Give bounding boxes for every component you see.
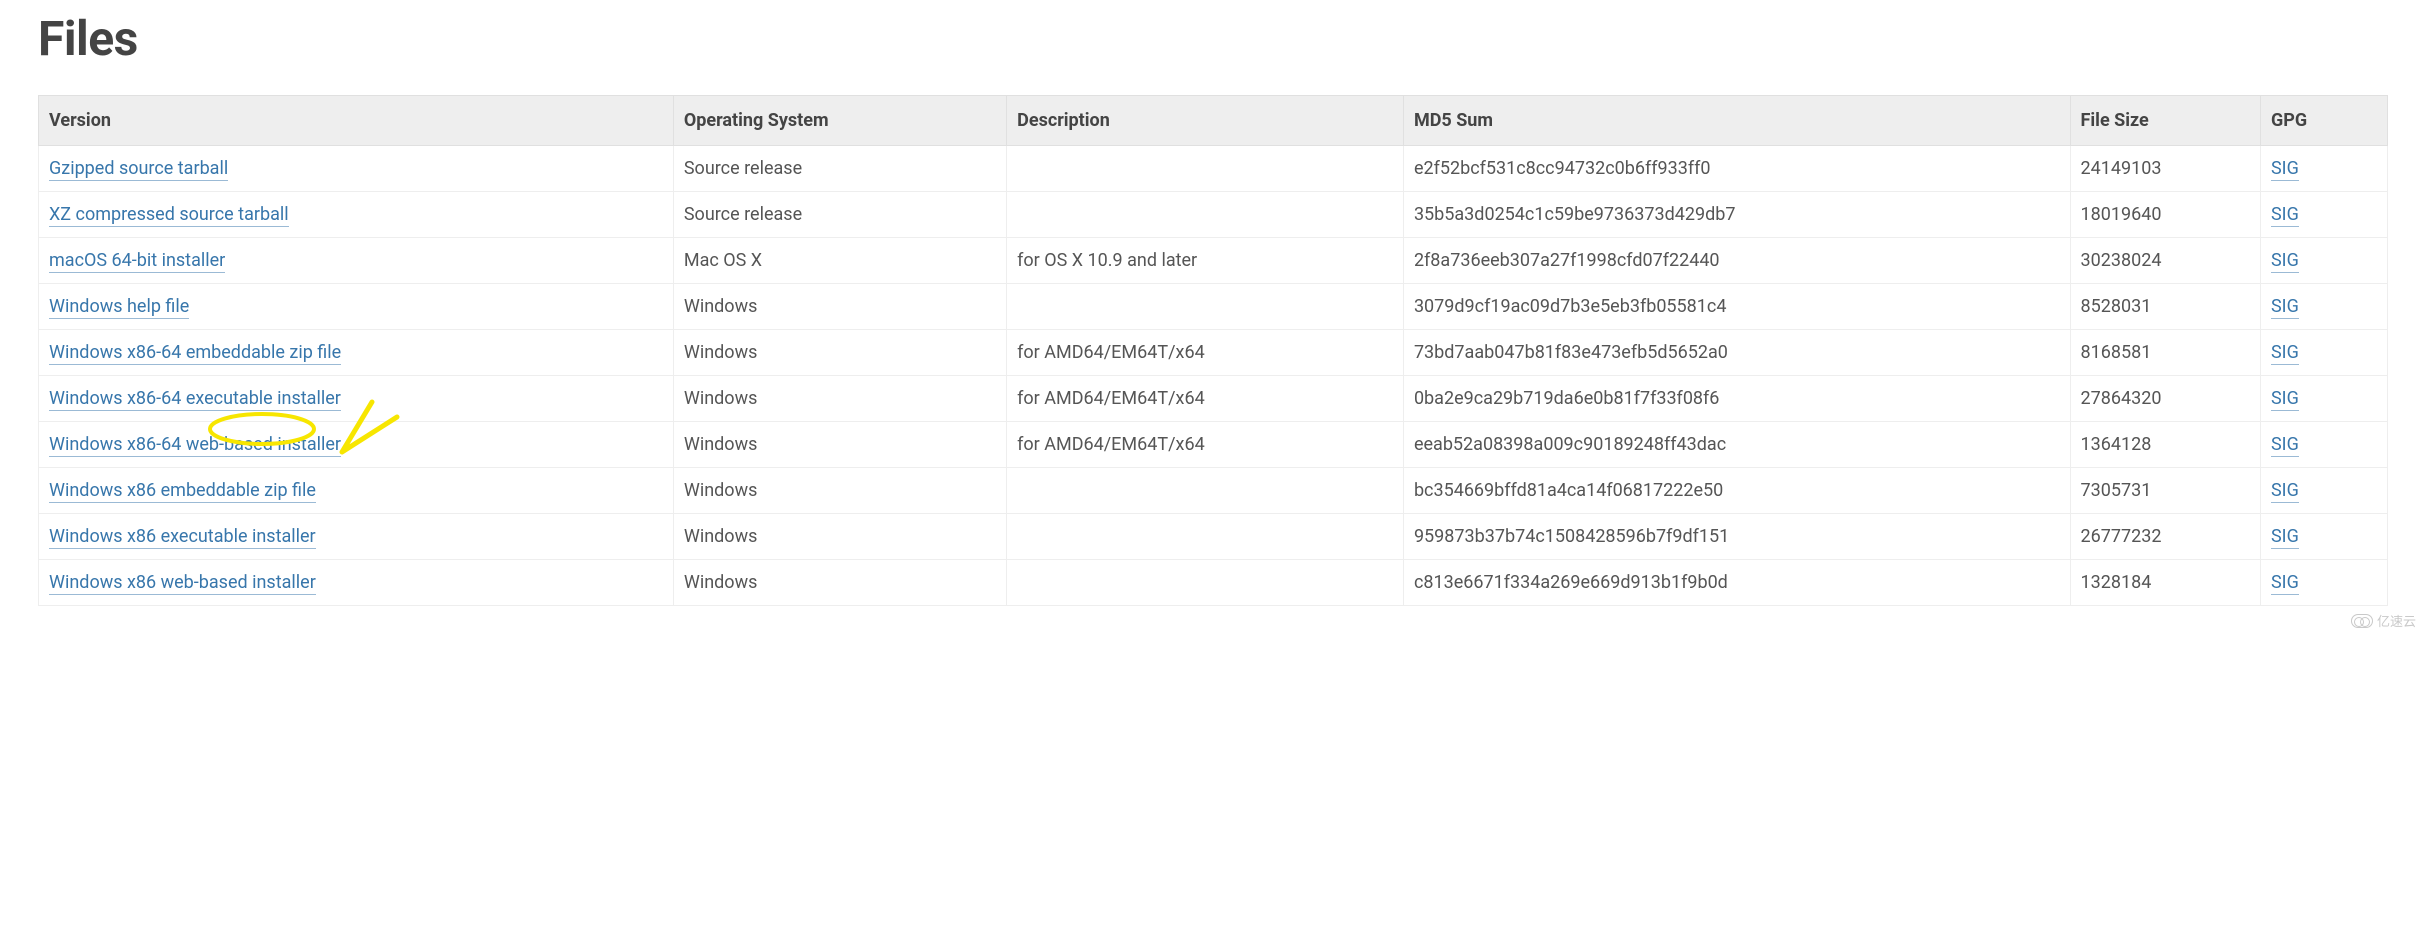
size-cell: 1364128 [2070, 422, 2260, 468]
desc-cell [1007, 468, 1404, 514]
version-link[interactable]: Windows x86-64 web-based installer [49, 434, 341, 457]
sig-link[interactable]: SIG [2271, 250, 2299, 273]
sig-link[interactable]: SIG [2271, 480, 2299, 503]
desc-cell: for AMD64/EM64T/x64 [1007, 422, 1404, 468]
table-row: Windows x86-64 embeddable zip file Window… [39, 330, 2388, 376]
col-size: File Size [2070, 96, 2260, 146]
desc-cell: for AMD64/EM64T/x64 [1007, 330, 1404, 376]
size-cell: 26777232 [2070, 514, 2260, 560]
table-row: macOS 64-bit installer Mac OS Xfor OS X 1… [39, 238, 2388, 284]
version-link[interactable]: Windows help file [49, 296, 189, 319]
size-cell: 1328184 [2070, 560, 2260, 606]
table-row: Windows help file Windows 3079d9cf19ac09d7… [39, 284, 2388, 330]
col-md5: MD5 Sum [1403, 96, 2070, 146]
sig-link[interactable]: SIG [2271, 434, 2299, 457]
desc-cell [1007, 146, 1404, 192]
watermark-icon [2351, 614, 2373, 628]
size-cell: 8168581 [2070, 330, 2260, 376]
sig-link[interactable]: SIG [2271, 388, 2299, 411]
size-cell: 24149103 [2070, 146, 2260, 192]
md5-cell: 0ba2e9ca29b719da6e0b81f7f33f08f6 [1403, 376, 2070, 422]
table-row: Windows x86 web-based installer Windows c8… [39, 560, 2388, 606]
version-link[interactable]: Windows x86 embeddable zip file [49, 480, 316, 503]
os-cell: Windows [673, 376, 1006, 422]
col-desc: Description [1007, 96, 1404, 146]
md5-cell: 35b5a3d0254c1c59be9736373d429db7 [1403, 192, 2070, 238]
md5-cell: eeab52a08398a009c90189248ff43dac [1403, 422, 2070, 468]
os-cell: Source release [673, 146, 1006, 192]
watermark: 亿速云 [2351, 611, 2416, 630]
md5-cell: 959873b37b74c1508428596b7f9df151 [1403, 514, 2070, 560]
table-row: Windows x86 embeddable zip file Windows bc… [39, 468, 2388, 514]
os-cell: Windows [673, 560, 1006, 606]
size-cell: 8528031 [2070, 284, 2260, 330]
desc-cell: for AMD64/EM64T/x64 [1007, 376, 1404, 422]
os-cell: Windows [673, 422, 1006, 468]
version-link[interactable]: Windows x86-64 executable installer [49, 388, 341, 411]
size-cell: 7305731 [2070, 468, 2260, 514]
size-cell: 30238024 [2070, 238, 2260, 284]
sig-link[interactable]: SIG [2271, 572, 2299, 595]
size-cell: 27864320 [2070, 376, 2260, 422]
desc-cell [1007, 514, 1404, 560]
desc-cell [1007, 192, 1404, 238]
version-link[interactable]: Windows x86 executable installer [49, 526, 316, 549]
sig-link[interactable]: SIG [2271, 204, 2299, 227]
md5-cell: e2f52bcf531c8cc94732c0b6ff933ff0 [1403, 146, 2070, 192]
os-cell: Windows [673, 468, 1006, 514]
table-row: Windows x86-64 executable installer Windo… [39, 376, 2388, 422]
watermark-text: 亿速云 [2377, 611, 2416, 630]
os-cell: Windows [673, 514, 1006, 560]
md5-cell: 3079d9cf19ac09d7b3e5eb3fb05581c4 [1403, 284, 2070, 330]
desc-cell [1007, 284, 1404, 330]
desc-cell [1007, 560, 1404, 606]
table-row: Gzipped source tarball Source release e2f5… [39, 146, 2388, 192]
version-link[interactable]: Gzipped source tarball [49, 158, 228, 181]
table-row: Windows x86-64 web-based installer Window… [39, 422, 2388, 468]
table-header-row: Version Operating System Description MD5… [39, 96, 2388, 146]
col-os: Operating System [673, 96, 1006, 146]
md5-cell: 73bd7aab047b81f83e473efb5d5652a0 [1403, 330, 2070, 376]
size-cell: 18019640 [2070, 192, 2260, 238]
version-link[interactable]: Windows x86-64 embeddable zip file [49, 342, 341, 365]
md5-cell: 2f8a736eeb307a27f1998cfd07f22440 [1403, 238, 2070, 284]
os-cell: Mac OS X [673, 238, 1006, 284]
files-table: Version Operating System Description MD5… [38, 95, 2388, 606]
os-cell: Windows [673, 330, 1006, 376]
os-cell: Source release [673, 192, 1006, 238]
md5-cell: bc354669bffd81a4ca14f06817222e50 [1403, 468, 2070, 514]
sig-link[interactable]: SIG [2271, 158, 2299, 181]
version-link[interactable]: XZ compressed source tarball [49, 204, 289, 227]
md5-cell: c813e6671f334a269e669d913b1f9b0d [1403, 560, 2070, 606]
desc-cell: for OS X 10.9 and later [1007, 238, 1404, 284]
version-link[interactable]: macOS 64-bit installer [49, 250, 225, 273]
page-title: Files [38, 10, 2388, 67]
table-row: Windows x86 executable installer Windows 9… [39, 514, 2388, 560]
os-cell: Windows [673, 284, 1006, 330]
table-row: XZ compressed source tarball Source relea… [39, 192, 2388, 238]
sig-link[interactable]: SIG [2271, 296, 2299, 319]
col-version: Version [39, 96, 674, 146]
sig-link[interactable]: SIG [2271, 342, 2299, 365]
sig-link[interactable]: SIG [2271, 526, 2299, 549]
version-link[interactable]: Windows x86 web-based installer [49, 572, 316, 595]
col-gpg: GPG [2260, 96, 2387, 146]
